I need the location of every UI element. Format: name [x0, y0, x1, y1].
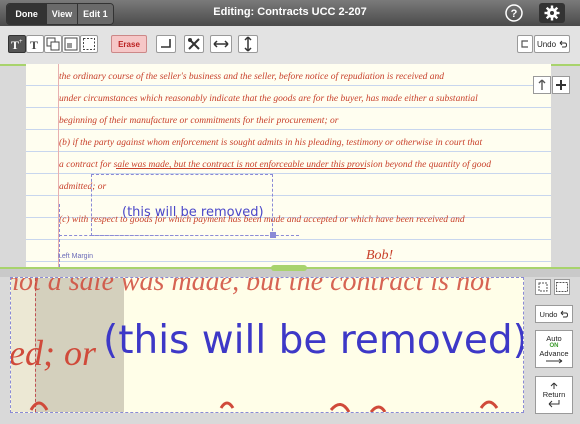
handwriting-line: under circumstances which reasonably ind… [59, 94, 478, 104]
handwriting-fragment: Bob! [366, 248, 394, 263]
selected-text: (this will be removed) [122, 205, 264, 220]
vertical-resize-icon[interactable] [238, 35, 258, 53]
handwriting-line: beginning of their manufacture or commit… [59, 116, 339, 126]
notebook-page[interactable]: the ordinary course of the seller's busi… [26, 64, 551, 267]
zoom-red-handwriting: ed; or [10, 333, 96, 373]
help-icon[interactable]: ? [503, 3, 525, 23]
undo-icon [561, 310, 569, 318]
auto-advance-button[interactable]: Auto ON Advance [535, 330, 573, 368]
margin-hook-icon[interactable] [517, 35, 533, 53]
select-region-icon[interactable] [80, 35, 98, 53]
return-label: Return [542, 389, 566, 399]
advance-label: Advance [539, 349, 569, 358]
return-arrow-icon [548, 399, 560, 407]
zoom-box-controls [535, 279, 570, 295]
text-insert-icon[interactable]: T + [8, 35, 26, 53]
image-region-icon[interactable] [62, 35, 80, 53]
zoom-control-panel: Undo Auto ON Advance Return [530, 277, 580, 424]
handwriting-line: (b) if the party against whom enforcemen… [59, 138, 483, 148]
zoom-box-small-icon[interactable] [535, 279, 551, 295]
edit-toolbar: T + T Erase Undo [0, 26, 580, 66]
return-up-icon [550, 382, 558, 389]
handwriting-line: the ordinary course of the seller's busi… [59, 72, 445, 82]
tools-icon[interactable] [184, 35, 204, 53]
zoom-box-large-icon[interactable] [554, 279, 570, 295]
strikethrough-mark [116, 168, 366, 169]
zoom-guide-line [59, 235, 299, 237]
document-title: Editing: Contracts UCC 2-207 [213, 6, 367, 18]
zoom-writing-pane[interactable]: not a sale was made, but the contract is… [10, 277, 524, 413]
svg-text:T: T [11, 38, 19, 51]
zoom-selected-text: (this will be removed) [103, 318, 524, 363]
auto-label: Auto [546, 334, 562, 343]
undo-icon [559, 40, 568, 48]
top-bar: Done View Edit 1 Editing: Contracts UCC … [0, 0, 580, 26]
add-page-icon[interactable] [552, 76, 570, 94]
text-tools-group: T + T [8, 35, 98, 53]
svg-text:+: + [19, 39, 23, 45]
erase-button[interactable]: Erase [111, 35, 147, 53]
gear-icon[interactable] [539, 3, 565, 23]
zoom-bottom-strokes [29, 400, 499, 412]
zoom-undo-button[interactable]: Undo [535, 305, 573, 323]
left-margin-label: Left Margin [58, 253, 94, 260]
return-button[interactable]: Return [535, 376, 573, 414]
horizontal-resize-icon[interactable] [210, 35, 232, 53]
scroll-up-icon[interactable] [533, 76, 551, 94]
svg-text:?: ? [511, 8, 518, 20]
undo-button[interactable]: Undo [534, 35, 570, 53]
undo-label: Undo [536, 39, 557, 49]
advance-arrow-icon [546, 358, 563, 364]
text-tool-icon[interactable]: T [26, 35, 44, 53]
svg-text:T: T [30, 38, 38, 51]
zoom-undo-label: Undo [539, 309, 558, 319]
copy-region-icon[interactable] [44, 35, 62, 53]
corner-margin-icon[interactable] [156, 35, 176, 53]
zoom-top-handwriting: not a sale was made, but the contract is… [10, 277, 492, 297]
pane-drag-handle[interactable] [271, 265, 307, 271]
